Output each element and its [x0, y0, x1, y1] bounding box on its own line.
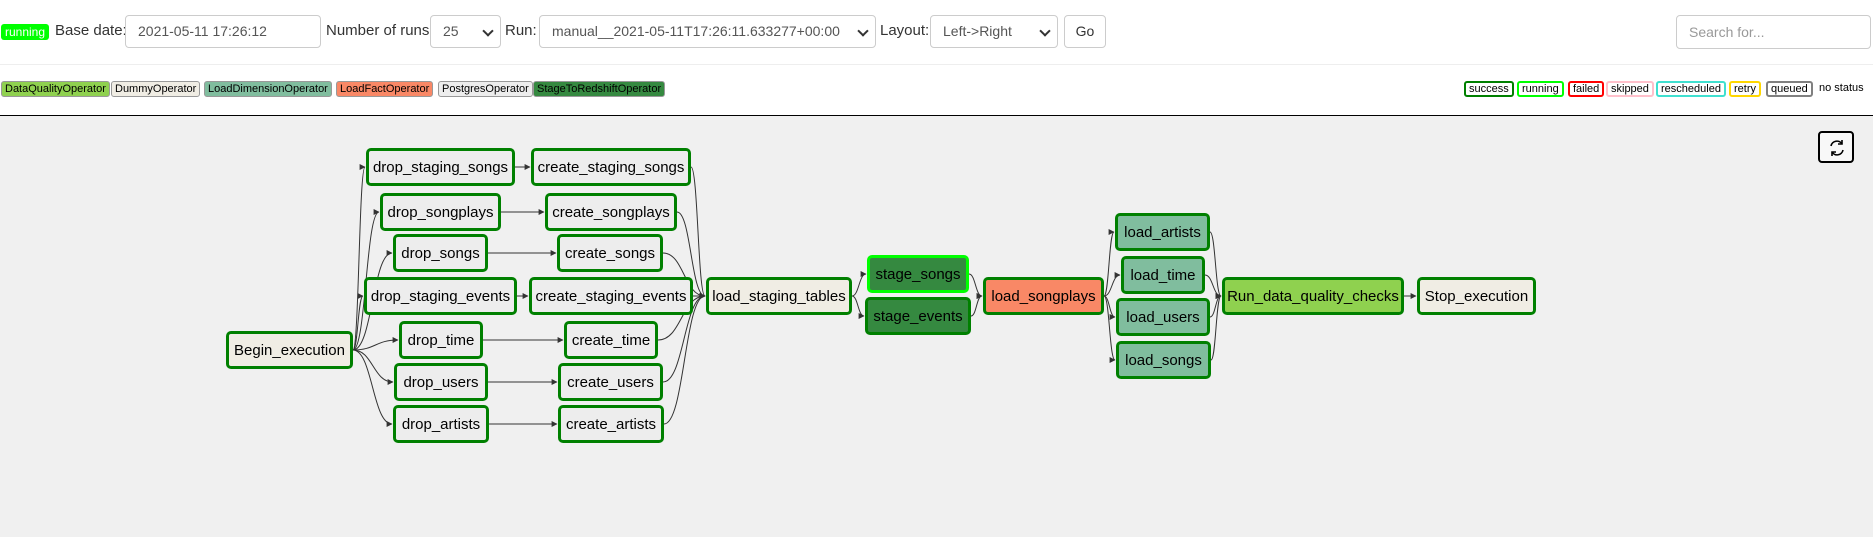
task-label: drop_time: [407, 331, 475, 349]
edge-stage-songs-to-load-songplays: [968, 273, 983, 299]
status-legend-failed[interactable]: failed: [1568, 81, 1605, 97]
edge-stage-events-to-load-songplays: [970, 293, 983, 317]
task-label: create_staging_events: [535, 287, 687, 305]
task-label: load_artists: [1124, 223, 1201, 241]
task-node-stage-songs[interactable]: stage_songs: [867, 255, 969, 293]
task-label: load_users: [1126, 308, 1200, 326]
task-label: drop_songplays: [387, 203, 494, 221]
edge-create-staging-songs-to-load-staging-tables: [690, 166, 706, 299]
task-label: drop_songs: [401, 244, 480, 262]
task-node-stop[interactable]: Stop_execution: [1417, 277, 1536, 315]
task-node-drop-time[interactable]: drop_time: [399, 321, 483, 359]
task-label: drop_users: [403, 373, 479, 391]
task-node-load-time[interactable]: load_time: [1121, 256, 1205, 294]
task-label: create_artists: [565, 415, 657, 433]
toolbar: running Base date: 2021-05-11 17:26:12 N…: [0, 0, 1873, 64]
dag-state-badge: running: [1, 24, 50, 40]
task-node-create-staging-events[interactable]: create_staging_events: [529, 277, 693, 315]
status-legend-running[interactable]: running: [1517, 81, 1564, 97]
task-node-load-users[interactable]: load_users: [1116, 298, 1210, 336]
base-date-input[interactable]: 2021-05-11 17:26:12: [125, 15, 321, 48]
base-date-label: Base date:: [55, 22, 127, 39]
edge-load-artists-to-quality: [1209, 231, 1222, 299]
edge-begin-to-drop-users: [352, 349, 394, 385]
status-legend-rescheduled[interactable]: rescheduled: [1656, 81, 1726, 97]
task-node-drop-staging-songs[interactable]: drop_staging_songs: [366, 148, 515, 186]
task-label: load_time: [1130, 266, 1196, 284]
task-label: load_songs: [1125, 351, 1202, 369]
task-label: drop_staging_events: [370, 287, 511, 305]
run-value: manual__2021-05-11T17:26:11.633277+00:00: [552, 23, 840, 39]
edge-begin-to-drop-staging-songs: [352, 164, 366, 351]
task-label: drop_artists: [401, 415, 481, 433]
run-select[interactable]: manual__2021-05-11T17:26:11.633277+00:00: [539, 15, 876, 48]
task-label: stage_songs: [875, 265, 961, 283]
task-label: create_time: [571, 331, 651, 349]
operator-legend-item[interactable]: DummyOperator: [111, 81, 201, 97]
task-node-load-songplays[interactable]: load_songplays: [983, 277, 1104, 315]
edge-load-songplays-to-load-time: [1103, 272, 1121, 297]
num-runs-select[interactable]: 25: [430, 15, 501, 48]
task-node-create-artists[interactable]: create_artists: [558, 405, 664, 443]
layout-value: Left->Right: [943, 23, 1012, 39]
edge-begin-to-drop-artists: [352, 349, 393, 427]
task-node-drop-artists[interactable]: drop_artists: [393, 405, 489, 443]
layout-select[interactable]: Left->Right: [930, 15, 1058, 48]
dag-graph: Begin_execution drop_staging_songs drop_so…: [0, 115, 1873, 537]
task-label: load_staging_tables: [712, 287, 846, 305]
task-node-load-songs[interactable]: load_songs: [1116, 341, 1211, 379]
status-legend-retry[interactable]: retry: [1729, 81, 1761, 97]
chevron-down-icon: [857, 25, 869, 37]
task-node-drop-users[interactable]: drop_users: [394, 363, 488, 401]
task-node-quality[interactable]: Run_data_quality_checks: [1222, 277, 1404, 315]
task-node-begin[interactable]: Begin_execution: [226, 331, 353, 369]
operator-legend-item[interactable]: PostgresOperator: [438, 81, 533, 97]
chevron-down-icon: [482, 25, 494, 37]
task-node-drop-songs[interactable]: drop_songs: [393, 234, 488, 272]
task-node-load-artists[interactable]: load_artists: [1115, 213, 1210, 251]
operator-legend-item[interactable]: DataQualityOperator: [1, 81, 110, 97]
edge-create-artists-to-load-staging-tables: [663, 293, 706, 425]
operator-legend-item[interactable]: LoadFactOperator: [336, 81, 434, 97]
task-label: stage_events: [873, 307, 963, 325]
num-runs-value: 25: [443, 23, 459, 39]
task-node-create-songplays[interactable]: create_songplays: [545, 193, 677, 231]
task-node-create-songs[interactable]: create_songs: [557, 234, 663, 272]
refresh-icon: [1830, 140, 1844, 156]
run-label: Run:: [505, 22, 537, 39]
layout-label: Layout:: [880, 22, 930, 39]
status-legend-queued[interactable]: queued: [1766, 81, 1813, 97]
task-label: Stop_execution: [1424, 287, 1529, 305]
operator-legend-item[interactable]: LoadDimensionOperator: [204, 81, 332, 97]
task-label: create_users: [567, 373, 654, 391]
task-label: create_songs: [564, 244, 656, 262]
chevron-down-icon: [1039, 25, 1051, 37]
task-node-create-staging-songs[interactable]: create_staging_songs: [531, 148, 691, 186]
task-node-stage-events[interactable]: stage_events: [865, 297, 971, 335]
task-label: load_songplays: [991, 287, 1096, 305]
no-status-label: no status: [1819, 82, 1864, 94]
task-label: create_songplays: [552, 203, 670, 221]
task-label: Begin_execution: [234, 341, 345, 359]
status-legend-success[interactable]: success: [1464, 81, 1514, 97]
task-node-create-time[interactable]: create_time: [564, 321, 658, 359]
status-legend-skipped[interactable]: skipped: [1606, 81, 1654, 97]
refresh-button[interactable]: [1818, 131, 1854, 163]
task-node-drop-songplays[interactable]: drop_songplays: [380, 193, 501, 231]
legend-row: DataQualityOperator DummyOperator LoadDime…: [0, 64, 1873, 117]
task-node-drop-staging-events[interactable]: drop_staging_events: [364, 277, 517, 315]
go-button[interactable]: Go: [1064, 15, 1106, 48]
task-label: create_staging_songs: [537, 158, 685, 176]
task-label: drop_staging_songs: [372, 158, 509, 176]
task-label: Run_data_quality_checks: [1227, 287, 1399, 305]
task-node-create-users[interactable]: create_users: [558, 363, 663, 401]
edge-load-staging-tables-to-stage-songs: [851, 271, 867, 297]
operator-legend-item[interactable]: StageToRedshiftOperator: [533, 81, 666, 97]
task-node-load-staging-tables[interactable]: load_staging_tables: [706, 277, 852, 315]
edge-load-staging-tables-to-stage-events: [851, 295, 865, 319]
num-runs-label: Number of runs:: [326, 22, 434, 39]
search-input[interactable]: Search for...: [1676, 15, 1871, 49]
edge-load-songplays-to-load-artists: [1103, 229, 1115, 297]
